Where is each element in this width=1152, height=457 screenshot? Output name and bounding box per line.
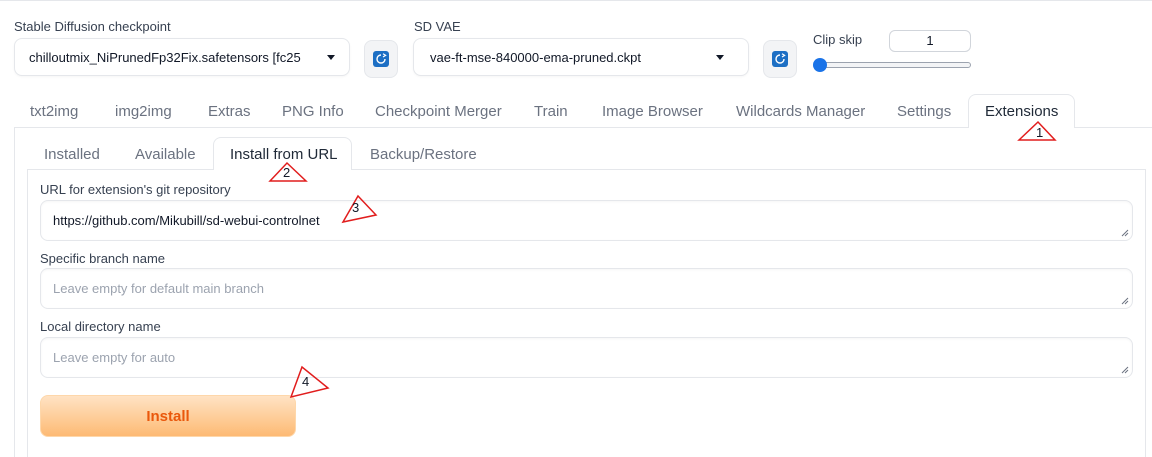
- vae-select[interactable]: vae-ft-mse-840000-ema-pruned.ckpt: [413, 38, 749, 76]
- tab-checkpoint-merger[interactable]: Checkpoint Merger: [375, 103, 502, 120]
- resize-grip-icon[interactable]: [1121, 366, 1129, 374]
- annotation-3-label: 3: [352, 200, 359, 215]
- annotation-marker-3: 3: [341, 194, 378, 224]
- tab-train[interactable]: Train: [534, 103, 568, 120]
- subtab-backup-restore[interactable]: Backup/Restore: [370, 146, 477, 163]
- clip-skip-label: Clip skip: [813, 32, 863, 47]
- tab-settings[interactable]: Settings: [897, 103, 951, 120]
- directory-label: Local directory name: [40, 319, 161, 334]
- directory-input-placeholder: Leave empty for auto: [53, 350, 176, 365]
- top-divider: [0, 0, 1152, 1]
- chevron-down-icon: [716, 54, 724, 60]
- branch-label: Specific branch name: [40, 251, 166, 266]
- annotation-marker-4: 4: [289, 365, 330, 399]
- branch-input-placeholder: Leave empty for default main branch: [53, 281, 265, 296]
- install-button[interactable]: Install: [40, 395, 296, 437]
- tab-extensions[interactable]: Extensions: [985, 103, 1058, 120]
- annotation-2-label: 2: [283, 165, 290, 180]
- sub-tab-divider: [27, 169, 213, 170]
- clip-skip-slider-handle[interactable]: [813, 58, 827, 72]
- sub-panel-border-right: [1145, 169, 1146, 457]
- url-label: URL for extension's git repository: [40, 182, 231, 197]
- tab-image-browser[interactable]: Image Browser: [602, 103, 703, 120]
- vae-value: vae-ft-mse-840000-ema-pruned.ckpt: [430, 49, 641, 65]
- vae-refresh-button[interactable]: [763, 40, 797, 78]
- tab-wildcards-manager[interactable]: Wildcards Manager: [736, 103, 865, 120]
- refresh-icon: [772, 51, 788, 67]
- clip-skip-slider-track[interactable]: [815, 62, 971, 68]
- annotation-4-label: 4: [302, 374, 309, 389]
- tab-txt2img[interactable]: txt2img: [30, 103, 78, 120]
- chevron-down-icon: [327, 54, 335, 60]
- annotation-marker-2: 2: [268, 161, 308, 182]
- checkpoint-refresh-button[interactable]: [364, 40, 398, 78]
- checkpoint-value: chilloutmix_NiPrunedFp32Fix.safetensors …: [29, 49, 301, 65]
- sub-tab-divider-right: [352, 169, 1146, 170]
- tab-png-info[interactable]: PNG Info: [282, 103, 344, 120]
- vae-label: SD VAE: [414, 19, 461, 34]
- directory-input[interactable]: Leave empty for auto: [40, 337, 1133, 378]
- checkpoint-label: Stable Diffusion checkpoint: [14, 19, 171, 34]
- main-panel-border-left: [14, 127, 15, 457]
- resize-grip-icon[interactable]: [1121, 297, 1129, 305]
- branch-input[interactable]: Leave empty for default main branch: [40, 268, 1133, 309]
- sub-panel-border-left: [27, 169, 28, 457]
- url-input[interactable]: https://github.com/Mikubill/sd-webui-con…: [40, 200, 1133, 241]
- url-input-value: https://github.com/Mikubill/sd-webui-con…: [53, 213, 320, 228]
- tab-img2img[interactable]: img2img: [115, 103, 172, 120]
- annotation-marker-1: 1: [1017, 120, 1057, 141]
- resize-grip-icon[interactable]: [1121, 229, 1129, 237]
- refresh-icon: [373, 51, 389, 67]
- clip-skip-number-input[interactable]: 1: [889, 30, 971, 52]
- checkpoint-select[interactable]: chilloutmix_NiPrunedFp32Fix.safetensors …: [14, 38, 350, 76]
- annotation-1-label: 1: [1036, 125, 1043, 140]
- subtab-installed[interactable]: Installed: [44, 146, 100, 163]
- tab-extras[interactable]: Extras: [208, 103, 251, 120]
- main-tab-divider-right: [1075, 127, 1152, 128]
- subtab-available[interactable]: Available: [135, 146, 196, 163]
- main-tab-divider: [14, 127, 968, 128]
